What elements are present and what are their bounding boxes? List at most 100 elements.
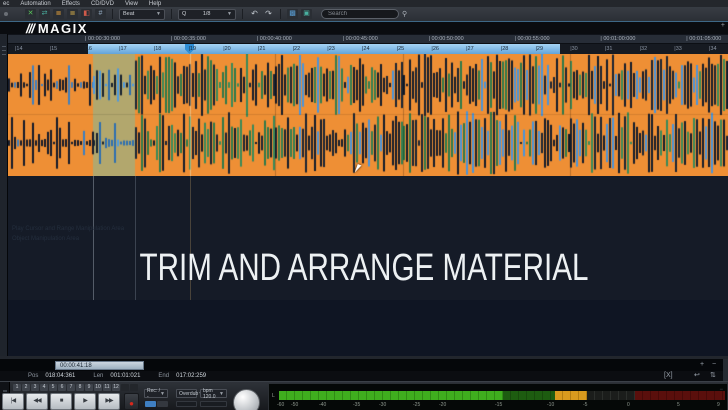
bar-number-label: |19 bbox=[189, 46, 197, 52]
meter-red-segment bbox=[635, 391, 725, 400]
swap-arrows-icon[interactable]: ⇄ bbox=[39, 9, 50, 19]
level-meter-panel: − L -60-50-40-35-30-25-20-15-10-5059 bbox=[268, 383, 728, 410]
meter-scale-label: -25 bbox=[413, 402, 420, 408]
bpm-dropdown[interactable]: bpm 120.0 ▼ bbox=[200, 389, 227, 398]
forward-button[interactable]: ▶▶ bbox=[98, 393, 120, 410]
bar-number-label: |16 bbox=[84, 46, 92, 52]
bar-number-label: |31 bbox=[605, 46, 613, 52]
menu-item-ec[interactable]: ec bbox=[3, 1, 9, 7]
zoom-out-icon[interactable]: − bbox=[712, 361, 716, 369]
bar-number-label: |23 bbox=[327, 46, 335, 52]
time-ruler-label: | 00:00:40:000 bbox=[257, 36, 292, 42]
play-button[interactable]: ▶ bbox=[74, 393, 96, 410]
meter-dark-segment bbox=[587, 391, 635, 400]
hint-line-2: Object Manipulation Area bbox=[12, 234, 124, 244]
pos-value: 018:04:361 bbox=[45, 373, 75, 379]
skip-start-button[interactable]: |◀ bbox=[2, 393, 24, 410]
zoom-in-icon[interactable]: + bbox=[700, 361, 704, 369]
track-number-button-disabled bbox=[121, 384, 129, 391]
track-number-button-8[interactable]: 8 bbox=[76, 384, 84, 391]
track-number-button-6[interactable]: 6 bbox=[58, 384, 66, 391]
menu-item-help[interactable]: Help bbox=[149, 1, 161, 7]
bar-number-label: |22 bbox=[293, 46, 301, 52]
bar-number-label: |15 bbox=[50, 46, 58, 52]
crossed-arrows-icon[interactable]: ✕ bbox=[25, 9, 36, 19]
layers-alt-icon[interactable]: ≣ bbox=[67, 9, 78, 19]
chevron-down-icon: ▼ bbox=[156, 11, 161, 17]
bar-number-label: |28 bbox=[501, 46, 509, 52]
overdub-dropdown[interactable]: Overdub ▼ bbox=[176, 389, 197, 398]
record-button[interactable]: ● bbox=[124, 393, 139, 410]
time-ruler[interactable]: | 00:00:30:000| 00:00:35:000| 00:00:40:0… bbox=[0, 34, 728, 43]
tempo-display bbox=[200, 401, 227, 407]
bar-number-label: |34 bbox=[709, 46, 717, 52]
meter-scale-label: 5 bbox=[677, 402, 680, 408]
add-panel-icon[interactable]: + bbox=[721, 22, 725, 29]
punch-out-button[interactable] bbox=[157, 401, 168, 407]
rewind-button[interactable]: ◀◀ bbox=[26, 393, 48, 410]
undo-arrow-icon[interactable]: ↩ bbox=[694, 372, 700, 380]
meter-scale-label: -20 bbox=[439, 402, 446, 408]
menu-item-view[interactable]: View bbox=[125, 1, 138, 7]
split-object-icon[interactable]: ◧ bbox=[81, 9, 92, 19]
layers-icon[interactable]: ≣ bbox=[53, 9, 64, 19]
menu-item-effects[interactable]: Effects bbox=[62, 1, 80, 7]
track-number-button-7[interactable]: 7 bbox=[67, 384, 75, 391]
chevron-down-icon: ▼ bbox=[227, 11, 232, 17]
bar-number-label: |27 bbox=[466, 46, 474, 52]
meter-green-segment bbox=[279, 391, 503, 400]
track-number-button-12[interactable]: 12 bbox=[112, 384, 120, 391]
track-number-button-9[interactable]: 9 bbox=[85, 384, 93, 391]
level-meter-bar bbox=[279, 391, 725, 400]
bar-ruler[interactable]: |14|15|16|17|18|19|20|21|22|23|24|25|26|… bbox=[0, 43, 728, 54]
track-number-button-3[interactable]: 3 bbox=[31, 384, 39, 391]
rec-mode-dropdown[interactable]: Rec: / - ▼ bbox=[144, 389, 168, 398]
scroll-updown-icon[interactable]: ⇅ bbox=[710, 372, 716, 380]
search-input[interactable] bbox=[321, 9, 399, 19]
track-number-button-2[interactable]: 2 bbox=[22, 384, 30, 391]
stop-button[interactable]: ■ bbox=[50, 393, 72, 410]
grid-icon[interactable]: # bbox=[95, 9, 106, 19]
bar-number-label: |33 bbox=[674, 46, 682, 52]
track-header-strip[interactable] bbox=[0, 34, 8, 359]
beat-snap-dropdown[interactable]: Beat ▼ bbox=[119, 9, 165, 20]
undo-button[interactable]: ↶ bbox=[249, 9, 260, 19]
caption-title: TRIM AND ARRANGE MATERIAL bbox=[80, 247, 648, 290]
track-number-button-1[interactable]: 1 bbox=[13, 384, 21, 391]
menu-item-cd-dvd[interactable]: CD/DVD bbox=[91, 1, 114, 7]
overdub-display bbox=[176, 401, 197, 407]
len-label: Len bbox=[93, 373, 103, 379]
horizontal-scrollbar[interactable]: 00:00:41:18 + − bbox=[0, 359, 728, 371]
quantize-dropdown[interactable]: Q 1/8 ▼ bbox=[178, 9, 236, 20]
bar-number-label: |26 bbox=[431, 46, 439, 52]
punch-in-button[interactable] bbox=[145, 401, 156, 407]
bar-number-label: |24 bbox=[362, 46, 370, 52]
transport-bar: 123456789101112 |◀ ◀◀ ■ ▶ ▶▶ ● Rec: / - … bbox=[0, 381, 728, 410]
track-number-button-11[interactable]: 11 bbox=[103, 384, 111, 391]
bpm-label: bpm 120.0 bbox=[203, 388, 219, 400]
link-range-icon[interactable]: [X] bbox=[664, 372, 673, 380]
record-icon: ● bbox=[129, 399, 134, 408]
waveform-tracks[interactable] bbox=[8, 54, 728, 176]
zoom-tool-icon[interactable]: ▩ bbox=[287, 9, 298, 19]
vertical-scrollbar[interactable] bbox=[723, 359, 728, 381]
logo-band bbox=[0, 22, 728, 34]
track-number-button-4[interactable]: 4 bbox=[40, 384, 48, 391]
lower-track-area[interactable] bbox=[8, 300, 728, 356]
scrollbar-thumb[interactable]: 00:00:41:18 bbox=[55, 361, 144, 370]
time-ruler-label: | 00:00:35:000 bbox=[171, 36, 206, 42]
meter-scale-label: -40 bbox=[319, 402, 326, 408]
bar-number-label: |29 bbox=[536, 46, 544, 52]
snapshot-icon[interactable]: ▣ bbox=[301, 9, 312, 19]
monitor-volume-knob[interactable] bbox=[233, 389, 260, 410]
meter-channel-label: L bbox=[272, 393, 275, 399]
search-icon[interactable]: ⚲ bbox=[402, 10, 407, 18]
redo-button[interactable]: ↷ bbox=[263, 9, 274, 19]
track-number-button-10[interactable]: 10 bbox=[94, 384, 102, 391]
len-value: 001:01:021 bbox=[110, 373, 140, 379]
meter-scale-label: -10 bbox=[547, 402, 554, 408]
bar-number-label: |25 bbox=[397, 46, 405, 52]
bar-number-label: |21 bbox=[258, 46, 266, 52]
track-number-button-5[interactable]: 5 bbox=[49, 384, 57, 391]
menu-item-automation[interactable]: Automation bbox=[20, 1, 50, 7]
